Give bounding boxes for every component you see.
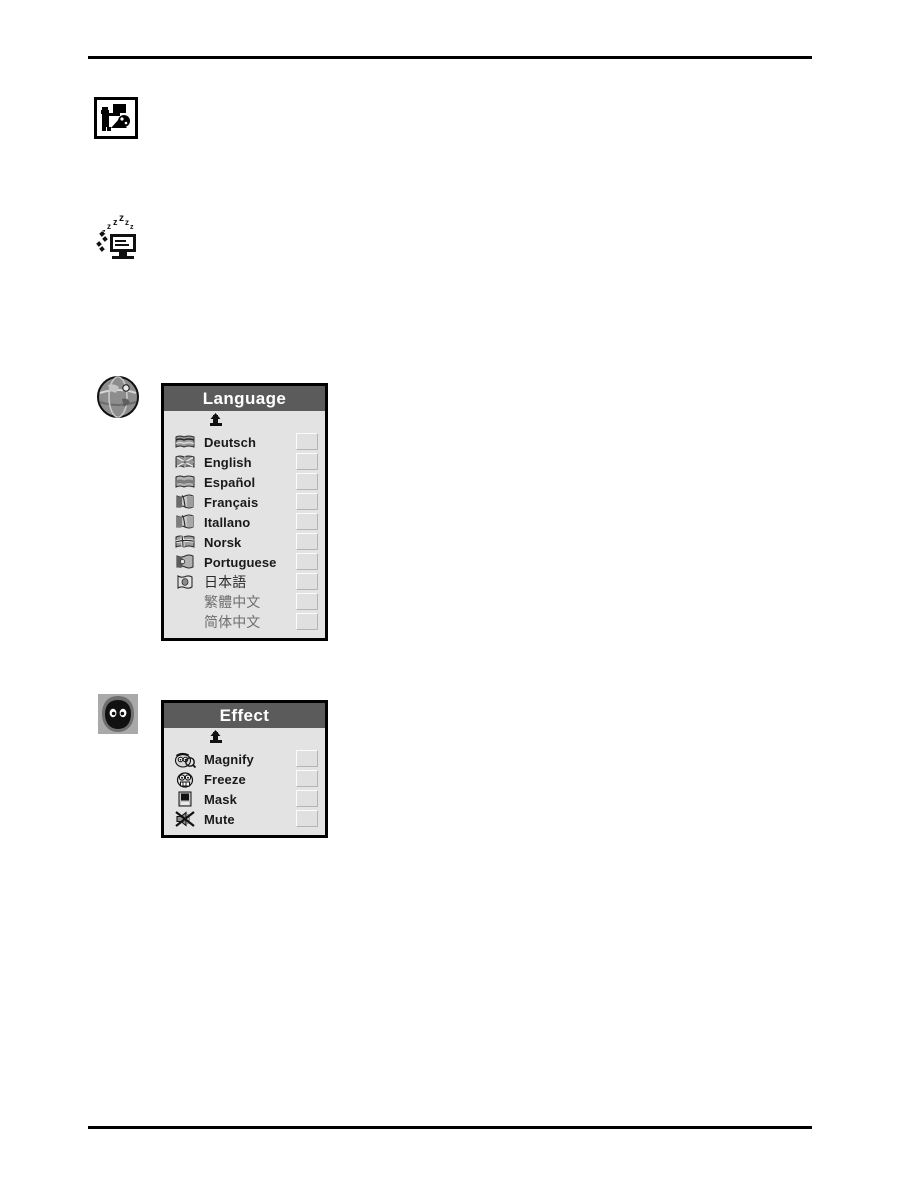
monitor-sleep-icon: z z z z z z — [92, 210, 144, 262]
effect-item-freeze[interactable]: Freeze — [164, 769, 325, 789]
language-label: 简体中文 — [204, 614, 261, 630]
magnify-face-icon — [172, 751, 198, 768]
flag-norway-icon — [172, 534, 198, 550]
flag-spain-icon — [172, 474, 198, 490]
language-item-deutsch[interactable]: Deutsch — [164, 432, 325, 452]
freeze-face-icon — [172, 771, 198, 788]
language-label: Norsk — [204, 534, 242, 550]
language-item-espanol[interactable]: Español — [164, 472, 325, 492]
menu-body-language: Deutsch English Español Français Itallan… — [164, 411, 325, 638]
language-item-simplified-chinese[interactable]: 简体中文 — [164, 612, 325, 632]
language-label: 繁體中文 — [204, 594, 261, 610]
osd-menu-language: Language Deutsch English Español Françai… — [161, 383, 328, 641]
language-label: Portuguese — [204, 554, 277, 570]
effect-label: Mask — [204, 791, 237, 807]
language-value-box[interactable] — [296, 613, 318, 630]
flag-uk-icon — [172, 454, 198, 470]
language-label: Français — [204, 494, 259, 510]
language-value-box[interactable] — [296, 553, 318, 570]
flag-italy-icon — [172, 514, 198, 530]
menu-back-item-language[interactable] — [164, 411, 325, 432]
language-item-italiano[interactable]: Itallano — [164, 512, 325, 532]
language-value-box[interactable] — [296, 453, 318, 470]
osd-menu-effect: Effect Magnify Freeze Mask Mute — [161, 700, 328, 838]
flag-france-icon — [172, 494, 198, 510]
header-rule — [88, 56, 812, 59]
language-label: English — [204, 454, 252, 470]
svg-text:z: z — [119, 213, 124, 224]
language-label: 日本語 — [204, 574, 247, 590]
effect-item-magnify[interactable]: Magnify — [164, 749, 325, 769]
language-value-box[interactable] — [296, 573, 318, 590]
language-label: Deutsch — [204, 434, 256, 450]
language-label: Itallano — [204, 514, 251, 530]
language-item-traditional-chinese[interactable]: 繁體中文 — [164, 592, 325, 612]
effect-value-box[interactable] — [296, 750, 318, 767]
effect-item-mask[interactable]: Mask — [164, 789, 325, 809]
flag-germany-icon — [172, 434, 198, 450]
svg-text:z: z — [107, 222, 111, 231]
language-item-japanese[interactable]: 日本語 — [164, 572, 325, 592]
language-value-box[interactable] — [296, 473, 318, 490]
language-item-francais[interactable]: Français — [164, 492, 325, 512]
menu-title-language: Language — [164, 386, 325, 411]
language-value-box[interactable] — [296, 433, 318, 450]
language-label: Español — [204, 474, 256, 490]
svg-text:z: z — [125, 218, 129, 227]
flag-japan-icon — [172, 574, 198, 590]
flag-portugal-icon — [172, 554, 198, 570]
effect-value-box[interactable] — [296, 810, 318, 827]
menu-body-effect: Magnify Freeze Mask Mute — [164, 728, 325, 835]
effect-label: Freeze — [204, 771, 246, 787]
menu-back-item-effect[interactable] — [164, 728, 325, 749]
language-item-portuguese[interactable]: Portuguese — [164, 552, 325, 572]
language-item-english[interactable]: English — [164, 452, 325, 472]
mask-square-icon — [172, 791, 198, 808]
language-value-box[interactable] — [296, 513, 318, 530]
effect-value-box[interactable] — [296, 770, 318, 787]
menu-title-effect: Effect — [164, 703, 325, 728]
footer-rule — [88, 1126, 812, 1129]
effect-value-box[interactable] — [296, 790, 318, 807]
svg-text:z: z — [130, 224, 134, 231]
language-value-box[interactable] — [296, 533, 318, 550]
effect-item-mute[interactable]: Mute — [164, 809, 325, 829]
effect-label: Magnify — [204, 751, 254, 767]
projector-presentation-icon — [94, 97, 138, 139]
mute-speaker-icon — [172, 810, 198, 828]
globe-icon — [96, 375, 140, 419]
language-value-box[interactable] — [296, 493, 318, 510]
mask-face-icon — [96, 692, 140, 736]
svg-text:z: z — [113, 217, 118, 227]
language-item-norsk[interactable]: Norsk — [164, 532, 325, 552]
language-value-box[interactable] — [296, 593, 318, 610]
effect-label: Mute — [204, 811, 235, 827]
